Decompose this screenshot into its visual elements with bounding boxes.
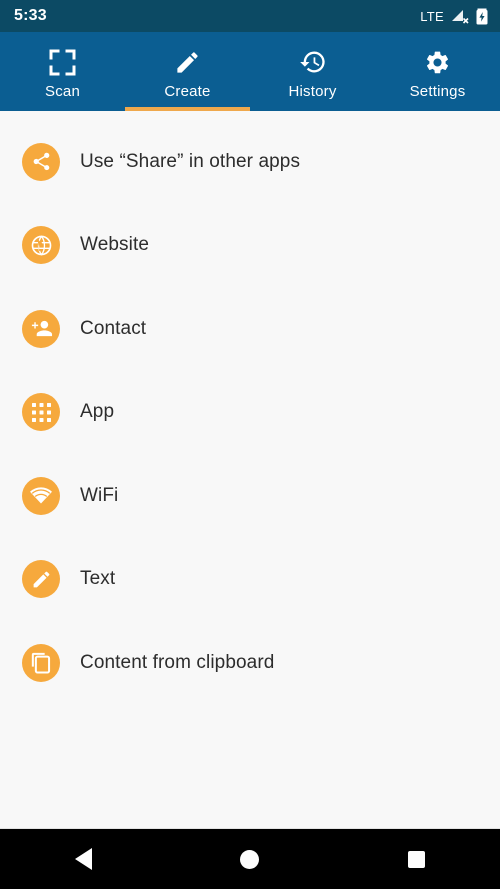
home-circle-icon[interactable] — [220, 829, 280, 889]
list-item-website[interactable]: Website — [0, 204, 500, 288]
create-options-list: Use “Share” in other apps Website Contac… — [0, 111, 500, 828]
copy-icon — [22, 643, 60, 682]
tab-scan-label: Scan — [45, 83, 80, 100]
tab-history-label: History — [288, 83, 337, 100]
active-tab-indicator — [125, 107, 250, 111]
battery-charging-icon — [476, 8, 488, 25]
list-item-contact-label: Contact — [80, 317, 147, 339]
back-triangle-icon[interactable] — [53, 829, 113, 889]
list-item-clipboard[interactable]: Content from clipboard — [0, 621, 500, 705]
android-navigation-bar — [0, 828, 500, 889]
list-item-wifi[interactable]: WiFi — [0, 454, 500, 538]
list-item-share-label: Use “Share” in other apps — [80, 150, 301, 172]
signal-no-service-icon — [450, 8, 470, 24]
list-item-share[interactable]: Use “Share” in other apps — [0, 120, 500, 204]
tab-settings[interactable]: Settings — [375, 32, 500, 111]
tab-history[interactable]: History — [250, 32, 375, 111]
list-item-text[interactable]: Text — [0, 538, 500, 622]
app-screen: 5:33 LTE Scan Create History Settings Us… — [0, 0, 500, 889]
gear-icon — [424, 47, 451, 77]
list-item-clipboard-label: Content from clipboard — [80, 651, 275, 673]
tab-settings-label: Settings — [409, 83, 466, 100]
person-add-icon — [22, 309, 60, 348]
list-item-app[interactable]: App — [0, 371, 500, 455]
app-grid-icon — [22, 393, 60, 432]
tab-bar: Scan Create History Settings — [0, 32, 500, 111]
pencil-icon — [22, 560, 60, 599]
status-bar: 5:33 LTE — [0, 0, 500, 32]
globe-icon — [22, 226, 60, 265]
share-icon — [22, 142, 60, 181]
list-item-app-label: App — [80, 401, 115, 423]
list-item-wifi-label: WiFi — [80, 484, 119, 506]
pencil-icon — [174, 47, 201, 77]
status-time: 5:33 — [14, 7, 47, 24]
list-item-website-label: Website — [80, 234, 149, 256]
list-item-text-label: Text — [80, 568, 116, 590]
wifi-icon — [22, 476, 60, 515]
scan-viewfinder-icon — [49, 47, 76, 77]
tab-create[interactable]: Create — [125, 32, 250, 111]
status-icons: LTE — [420, 8, 488, 25]
tab-create-label: Create — [164, 83, 211, 100]
history-clock-icon — [299, 47, 327, 77]
tab-scan[interactable]: Scan — [0, 32, 125, 111]
network-type-label: LTE — [420, 8, 444, 24]
list-item-contact[interactable]: Contact — [0, 287, 500, 371]
recents-square-icon[interactable] — [387, 829, 447, 889]
